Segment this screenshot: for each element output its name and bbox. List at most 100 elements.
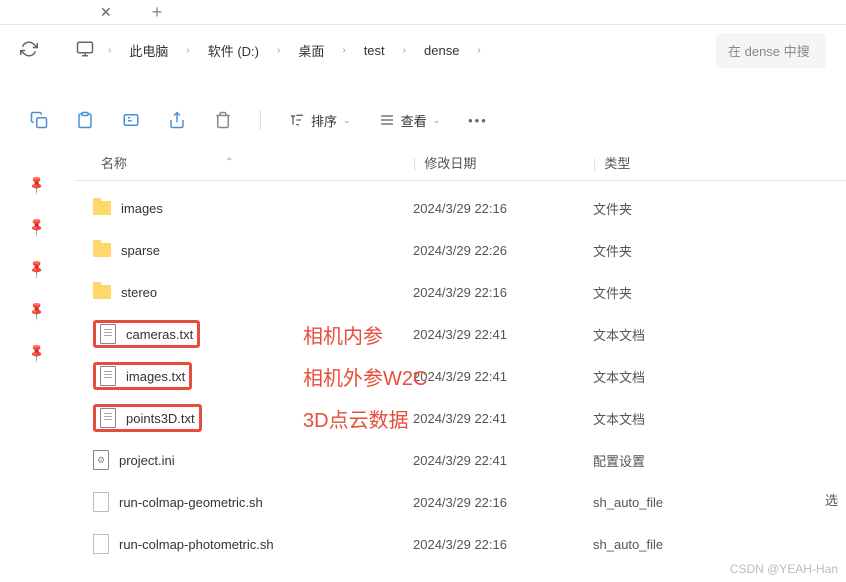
file-date: 2024/3/29 22:16 [405, 285, 585, 300]
select-label: 选 [825, 490, 838, 509]
folder-icon [93, 243, 111, 257]
breadcrumb-item[interactable]: dense [416, 39, 467, 62]
pin-icon[interactable]: 📌 [26, 317, 73, 364]
file-name: images.txt [126, 369, 185, 384]
new-tab-icon[interactable]: + [152, 2, 163, 23]
file-row[interactable]: run-colmap-photometric.sh 2024/3/29 22:16… [75, 523, 846, 565]
file-row[interactable]: 相机外参W2C images.txt 2024/3/29 22:41文本文档 [75, 355, 846, 397]
pin-icon[interactable]: 📌 [26, 149, 73, 196]
annotation: 相机内参 [303, 320, 383, 349]
file-name: sparse [121, 243, 160, 258]
txt-icon [100, 366, 116, 386]
file-name-cell: images [75, 201, 405, 216]
pin-icon[interactable]: 📌 [26, 275, 73, 322]
trash-icon[interactable] [214, 111, 232, 129]
column-headers: 名称 ⌃ |修改日期 |类型 [75, 145, 846, 181]
file-date: 2024/3/29 22:26 [405, 243, 585, 258]
view-dropdown[interactable]: 查看 ⌄ [379, 111, 441, 130]
folder-icon [93, 285, 111, 299]
file-name: cameras.txt [126, 327, 193, 342]
view-label: 查看 [401, 111, 427, 130]
refresh-icon[interactable] [20, 40, 38, 61]
sidebar: 📌 📌 📌 📌 📌 [0, 145, 75, 571]
file-row[interactable]: sparse 2024/3/29 22:26文件夹 [75, 229, 846, 271]
file-type: 文件夹 [585, 199, 735, 218]
breadcrumb: › 此电脑 › 软件 (D:) › 桌面 › test › dense › [76, 37, 708, 64]
txt-icon [100, 324, 116, 344]
file-row[interactable]: 相机内参 cameras.txt 2024/3/29 22:41文本文档 [75, 313, 846, 355]
tab-bar: ✕ + [0, 0, 846, 25]
sh-icon [93, 492, 109, 512]
annotation: 相机外参W2C [303, 362, 427, 391]
file-type: 文件夹 [585, 283, 735, 302]
chevron-right-icon: › [186, 45, 189, 56]
file-date: 2024/3/29 22:41 [405, 411, 585, 426]
chevron-down-icon: ⌄ [433, 115, 441, 126]
file-date: 2024/3/29 22:16 [405, 495, 585, 510]
more-icon[interactable]: ••• [468, 113, 488, 128]
chevron-down-icon: ⌄ [343, 115, 351, 126]
file-row[interactable]: 3D点云数据 points3D.txt 2024/3/29 22:41文本文档 [75, 397, 846, 439]
txt-icon [100, 408, 116, 428]
file-row[interactable]: run-colmap-geometric.sh 2024/3/29 22:16sh… [75, 481, 846, 523]
copy-icon[interactable] [30, 111, 48, 129]
search-input[interactable]: 在 dense 中搜 [716, 33, 826, 68]
file-row[interactable]: images 2024/3/29 22:16文件夹 [75, 187, 846, 229]
file-type: sh_auto_file [585, 537, 735, 552]
paste-icon[interactable] [76, 111, 94, 129]
sh-icon [93, 534, 109, 554]
column-date[interactable]: |修改日期 [405, 153, 585, 172]
pin-icon[interactable]: 📌 [26, 191, 73, 238]
chevron-right-icon: › [342, 45, 345, 56]
chevron-right-icon: › [403, 45, 406, 56]
annotation: 3D点云数据 [303, 404, 409, 433]
file-row[interactable]: project.ini 2024/3/29 22:41配置设置 [75, 439, 846, 481]
file-name: run-colmap-photometric.sh [119, 537, 274, 552]
file-date: 2024/3/29 22:41 [405, 369, 585, 384]
file-name-cell: run-colmap-geometric.sh [75, 492, 405, 512]
file-date: 2024/3/29 22:16 [405, 537, 585, 552]
breadcrumb-item[interactable]: test [356, 39, 393, 62]
file-name: run-colmap-geometric.sh [119, 495, 263, 510]
breadcrumb-item[interactable]: 桌面 [290, 37, 332, 64]
file-list: images2024/3/29 22:16文件夹sparse2024/3/29 … [75, 181, 846, 571]
monitor-icon [76, 40, 94, 61]
sort-dropdown[interactable]: 排序 ⌄ [289, 111, 351, 130]
chevron-right-icon: › [108, 45, 111, 56]
file-date: 2024/3/29 22:41 [405, 327, 585, 342]
file-name: project.ini [119, 453, 175, 468]
file-type: 文件夹 [585, 241, 735, 260]
file-name-cell: stereo [75, 285, 405, 300]
nav-bar: › 此电脑 › 软件 (D:) › 桌面 › test › dense › 在 … [0, 25, 846, 75]
file-type: 文本文档 [585, 409, 735, 428]
file-type: 文本文档 [585, 325, 735, 344]
close-icon[interactable]: ✕ [100, 4, 112, 21]
file-date: 2024/3/29 22:16 [405, 201, 585, 216]
file-row[interactable]: stereo 2024/3/29 22:16文件夹 [75, 271, 846, 313]
toolbar: 排序 ⌄ 查看 ⌄ ••• [0, 95, 846, 145]
file-date: 2024/3/29 22:41 [405, 453, 585, 468]
file-name-cell: sparse [75, 243, 405, 258]
file-name-cell: run-colmap-photometric.sh [75, 534, 405, 554]
file-name: points3D.txt [126, 411, 195, 426]
watermark: CSDN @YEAH-Han [730, 562, 838, 576]
file-type: 配置设置 [585, 451, 735, 470]
rename-icon[interactable] [122, 111, 140, 129]
column-name[interactable]: 名称 ⌃ [75, 153, 405, 172]
pin-icon[interactable]: 📌 [26, 233, 73, 280]
chevron-right-icon: › [477, 45, 480, 56]
column-type[interactable]: |类型 [585, 153, 735, 172]
divider [260, 110, 261, 130]
breadcrumb-item[interactable]: 此电脑 [121, 37, 176, 64]
breadcrumb-item[interactable]: 软件 (D:) [200, 37, 267, 64]
file-type: sh_auto_file [585, 495, 735, 510]
file-name: images [121, 201, 163, 216]
file-name: stereo [121, 285, 157, 300]
chevron-right-icon: › [277, 45, 280, 56]
ini-icon [93, 450, 109, 470]
file-name-cell: project.ini [75, 450, 405, 470]
sort-arrow-icon: ⌃ [225, 157, 233, 168]
folder-icon [93, 201, 111, 215]
share-icon[interactable] [168, 111, 186, 129]
file-type: 文本文档 [585, 367, 735, 386]
